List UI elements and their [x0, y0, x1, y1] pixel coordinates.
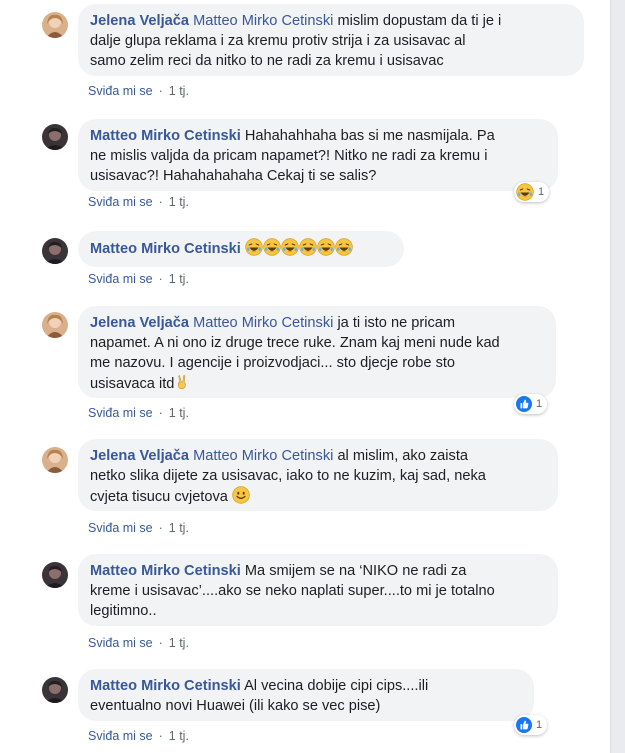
separator-dot: ·	[158, 729, 163, 743]
comment-text-line: ja ti isto ne pricam	[337, 315, 456, 331]
comment-text-line: dalje glupa reklama i za kremu protiv st…	[90, 33, 466, 49]
comment-author[interactable]: Matteo Mirko Cetinski	[90, 563, 241, 579]
avatar-jelena[interactable]	[42, 447, 68, 473]
comment-text-line: Hahahahhaha bas si me nasmijala. Pa	[244, 128, 495, 144]
like-link[interactable]: Sviđa mi se	[88, 729, 153, 743]
avatar-matteo[interactable]	[42, 677, 68, 703]
like-icon	[516, 396, 532, 412]
avatar-matteo[interactable]	[42, 124, 68, 150]
comment-text-line: me nazovu. I agencije i proizvodjaci... …	[90, 355, 456, 371]
laugh-emoji-icon	[299, 238, 317, 256]
comment-time[interactable]: 1 tj.	[169, 636, 189, 650]
comment-text-line: Ma smijem se na ‘NIKO ne radi za	[244, 563, 467, 579]
like-icon	[516, 717, 532, 733]
comment-text-line: ne mislis valjda da pricam napamet?! Nit…	[90, 148, 488, 164]
separator-dot: ·	[158, 521, 163, 535]
comment-text-line: Al vecina dobije cipi cips....ili	[244, 678, 429, 694]
reaction-count: 1	[536, 398, 543, 410]
comment-actions: Sviđa mi se · 1 tj.	[88, 272, 189, 286]
comment-text-line: legitimno..	[90, 603, 157, 619]
comment-bubble: Jelena Veljača Matteo Mirko Cetinski ja …	[78, 306, 556, 398]
separator-dot: ·	[158, 406, 163, 420]
laugh-emoji-icon	[263, 238, 281, 256]
comment-text-line: usisavaca itd	[90, 376, 175, 392]
like-link[interactable]: Sviđa mi se	[88, 406, 153, 420]
separator-dot: ·	[158, 195, 163, 209]
comment: Jelena Veljača Matteo Mirko Cetinski al …	[0, 435, 605, 545]
comment-bubble: Matteo Mirko Cetinski Ma smijem se na ‘N…	[78, 554, 558, 626]
comment: Matteo Mirko Cetinski Ma smijem se na ‘N…	[0, 550, 605, 660]
laugh-emoji-icon	[317, 238, 335, 256]
comment-text-line: samo zelim reci da nitko to ne radi za k…	[90, 53, 444, 69]
reaction-summary[interactable]: 1	[514, 182, 550, 202]
comment-time[interactable]: 1 tj.	[169, 272, 189, 286]
like-link[interactable]: Sviđa mi se	[88, 195, 153, 209]
mentioned-user[interactable]: Matteo Mirko Cetinski	[193, 13, 333, 29]
comment-text-line: netko slika dijete za usisavac, iako to …	[90, 468, 486, 484]
comment-text-line: napamet. A ni ono iz druge trece ruke. Z…	[90, 335, 500, 351]
comment-author[interactable]: Jelena Veljača	[90, 13, 189, 29]
mentioned-user[interactable]: Matteo Mirko Cetinski	[193, 448, 333, 464]
comment-time[interactable]: 1 tj.	[169, 729, 189, 743]
avatar-jelena[interactable]	[42, 312, 68, 338]
laugh-emoji-icon	[335, 238, 353, 256]
comment-text-line: cvjeta tisucu cvjetova	[90, 489, 228, 505]
comment: Matteo Mirko Cetinski Hahahahhaha bas si…	[0, 110, 605, 220]
separator-dot: ·	[158, 636, 163, 650]
page-side-rail	[610, 0, 625, 753]
comment-time[interactable]: 1 tj.	[169, 521, 189, 535]
comment-bubble: Jelena Veljača Matteo Mirko Cetinski al …	[78, 439, 558, 511]
comment-bubble: Matteo Mirko Cetinski Al vecina dobije c…	[78, 669, 534, 721]
comment-text-line: mislim dopustam da ti je i	[337, 13, 502, 29]
comment-text-line: eventualno novi Huawei (ili kako se vec …	[90, 698, 381, 714]
comment-actions: Sviđa mi se · 1 tj.	[88, 406, 189, 420]
like-link[interactable]: Sviđa mi se	[88, 84, 153, 98]
comment-actions: Sviđa mi se · 1 tj.	[88, 195, 189, 209]
comment-author[interactable]: Jelena Veljača	[90, 448, 189, 464]
comment-actions: Sviđa mi se · 1 tj.	[88, 729, 189, 743]
like-link[interactable]: Sviđa mi se	[88, 521, 153, 535]
like-link[interactable]: Sviđa mi se	[88, 636, 153, 650]
separator-dot: ·	[158, 84, 163, 98]
comment: Matteo Mirko Cetinski Sviđa mi se · 1 tj.	[0, 225, 605, 295]
comment-text-line: kreme i usisavac’....ako se neko naplati…	[90, 583, 495, 599]
reaction-summary[interactable]: 1	[514, 394, 548, 414]
victory-hand-emoji-icon	[174, 373, 190, 391]
comment: Matteo Mirko Cetinski Al vecina dobije c…	[0, 665, 605, 753]
comment-actions: Sviđa mi se · 1 tj.	[88, 84, 189, 98]
avatar-matteo[interactable]	[42, 562, 68, 588]
laugh-emoji-icon	[281, 238, 299, 256]
reaction-count: 1	[536, 719, 543, 731]
comment-text-line: al mislim, ako zaista	[337, 448, 469, 464]
comment: Jelena Veljača Matteo Mirko Cetinski ja …	[0, 300, 605, 430]
comment-time[interactable]: 1 tj.	[169, 84, 189, 98]
reaction-count: 1	[538, 186, 545, 198]
avatar-matteo[interactable]	[42, 238, 68, 264]
laugh-emoji-icon	[245, 238, 263, 256]
comment-actions: Sviđa mi se · 1 tj.	[88, 521, 189, 535]
comment-bubble: Jelena Veljača Matteo Mirko Cetinski mis…	[78, 4, 584, 76]
comment-text-line: usisavac?! Hahahahahaha Cekaj ti se sali…	[90, 168, 377, 184]
comment-author[interactable]: Matteo Mirko Cetinski	[90, 128, 241, 144]
reaction-summary[interactable]: 1	[514, 715, 548, 735]
comment: Jelena Veljača Matteo Mirko Cetinski mis…	[0, 0, 605, 105]
laugh-emoji-icon	[516, 183, 534, 201]
comment-time[interactable]: 1 tj.	[169, 406, 189, 420]
mentioned-user[interactable]: Matteo Mirko Cetinski	[193, 315, 333, 331]
smile-emoji-icon	[232, 486, 250, 504]
comment-author[interactable]: Matteo Mirko Cetinski	[90, 241, 241, 257]
like-link[interactable]: Sviđa mi se	[88, 272, 153, 286]
comment-bubble: Matteo Mirko Cetinski	[78, 231, 404, 267]
comment-time[interactable]: 1 tj.	[169, 195, 189, 209]
comment-actions: Sviđa mi se · 1 tj.	[88, 636, 189, 650]
comment-author[interactable]: Matteo Mirko Cetinski	[90, 678, 241, 694]
avatar-jelena[interactable]	[42, 12, 68, 38]
separator-dot: ·	[158, 272, 163, 286]
comment-bubble: Matteo Mirko Cetinski Hahahahhaha bas si…	[78, 119, 558, 191]
comment-author[interactable]: Jelena Veljača	[90, 315, 189, 331]
